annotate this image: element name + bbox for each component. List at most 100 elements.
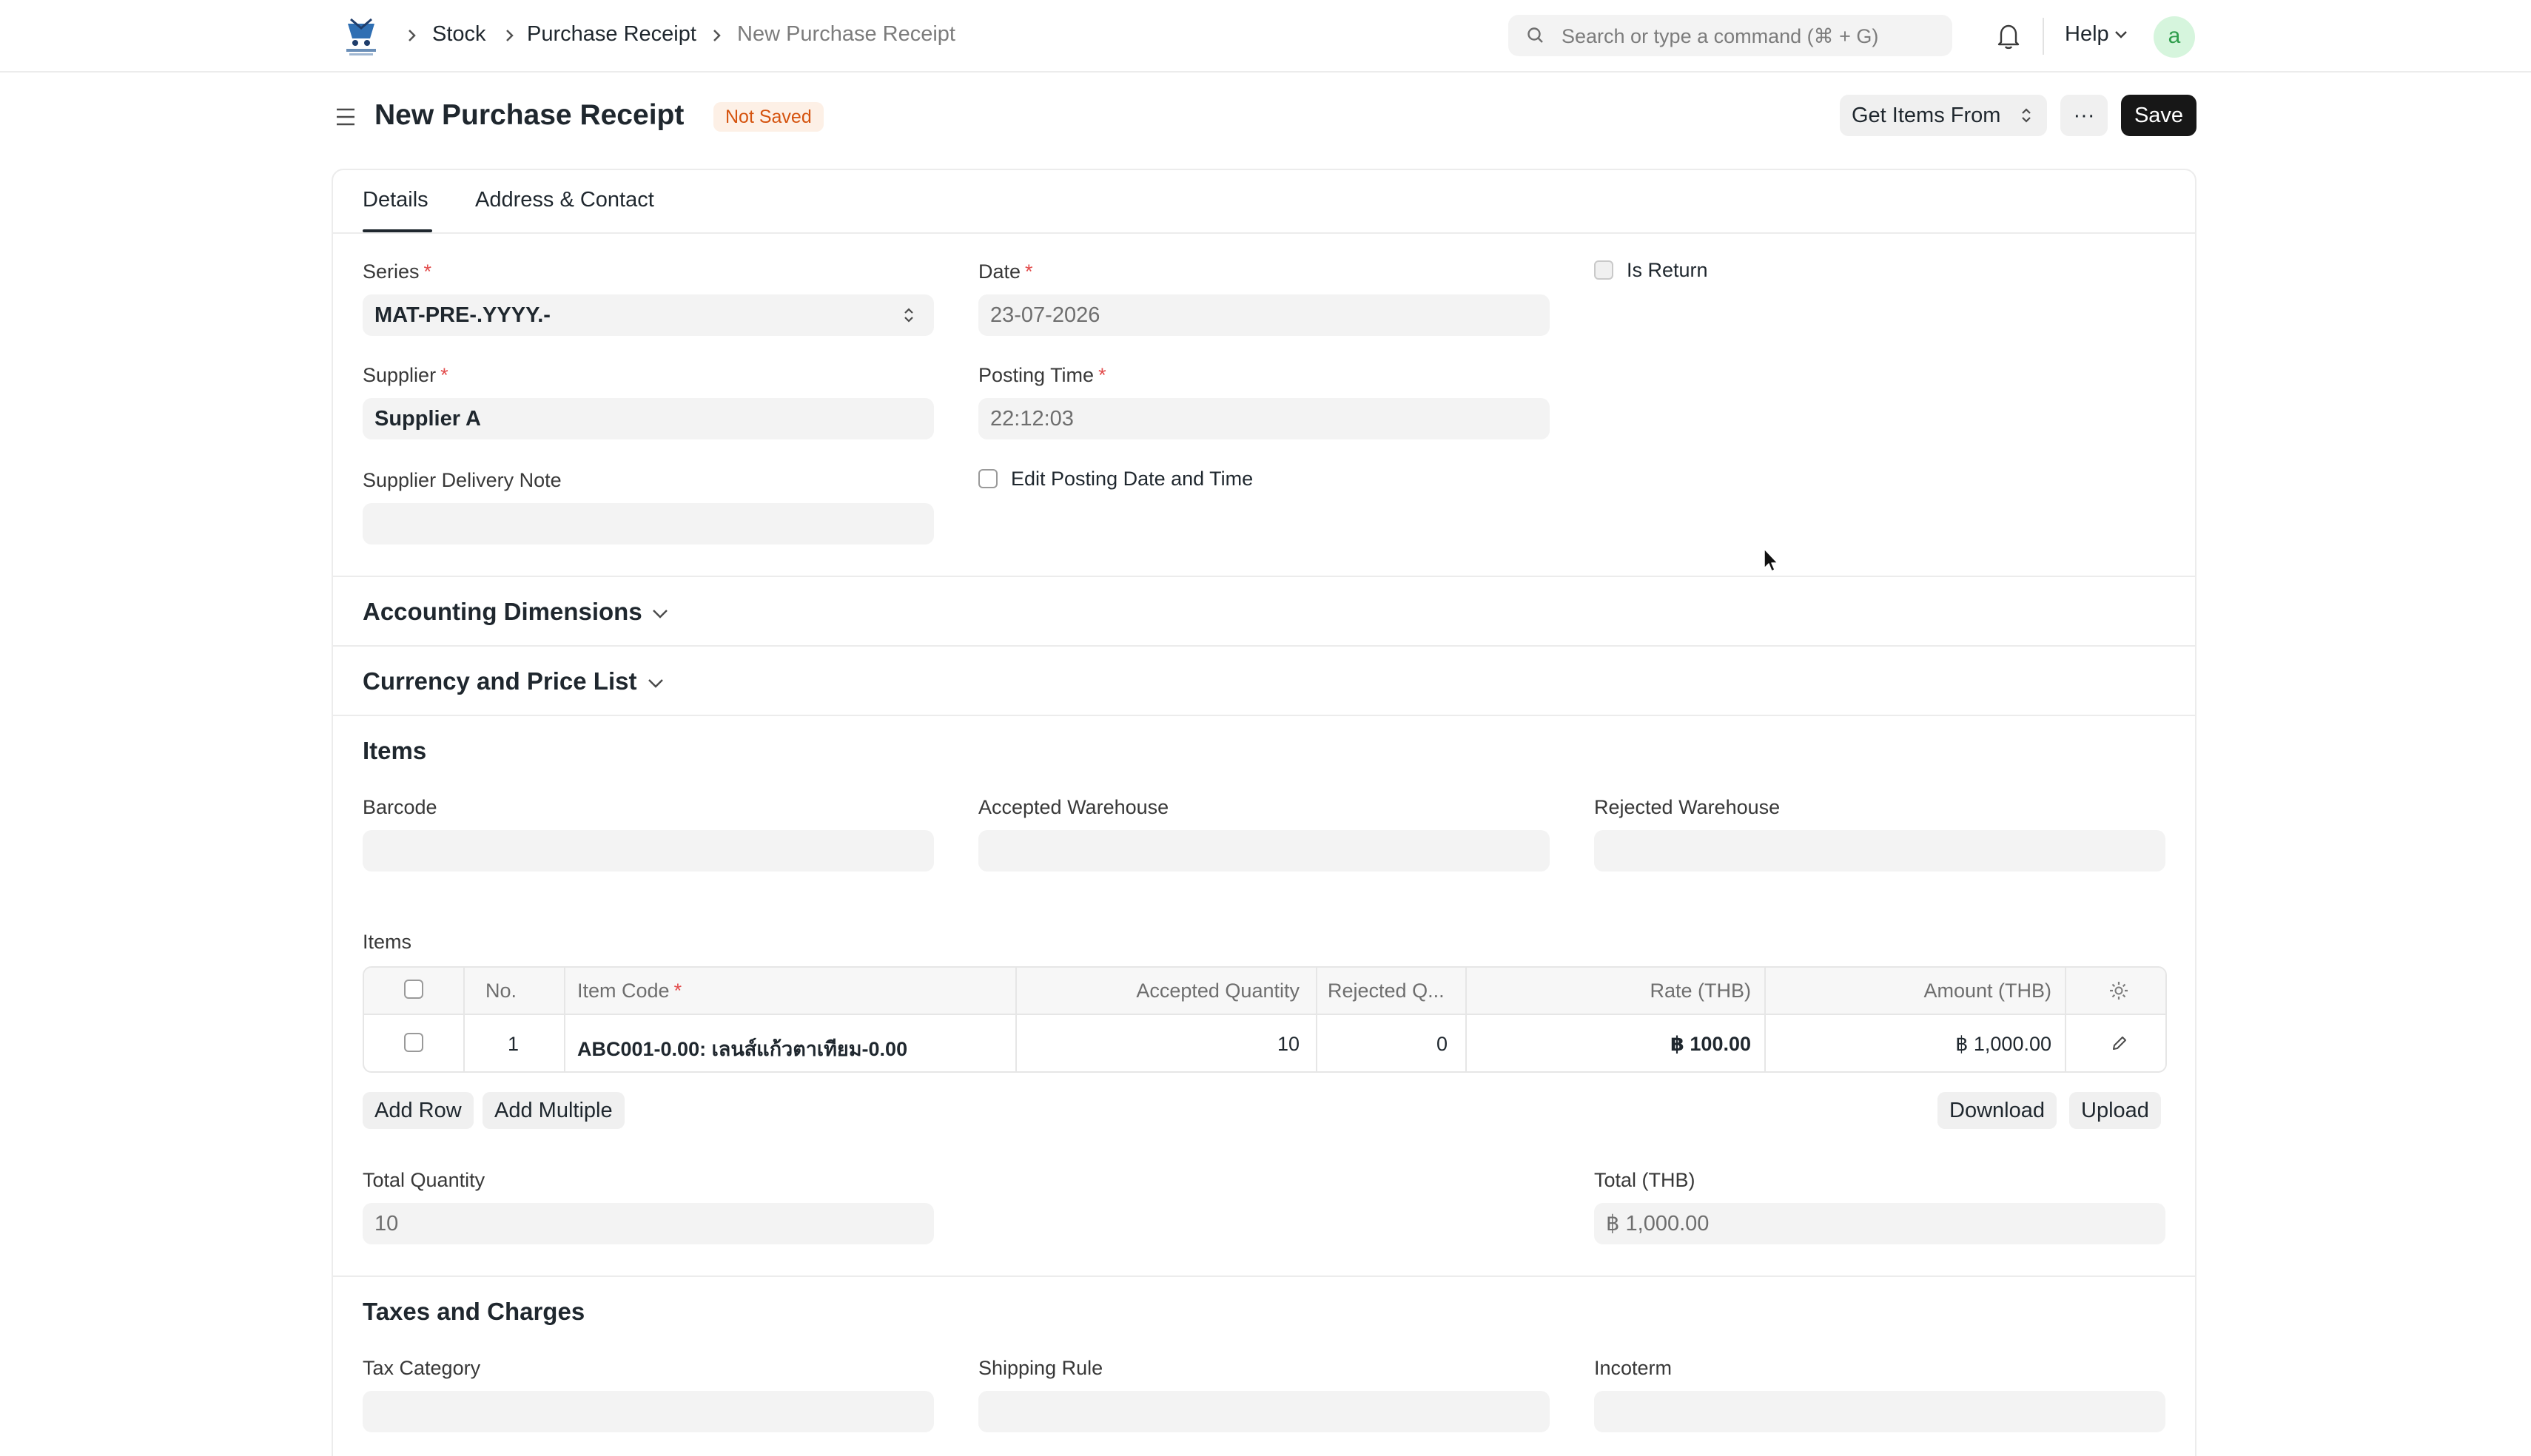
is-return-label: Is Return bbox=[1627, 259, 1708, 281]
supplier-field[interactable]: Supplier A bbox=[363, 398, 934, 439]
total-label: Total (THB) bbox=[1594, 1169, 1695, 1191]
incoterm-label: Incoterm bbox=[1594, 1357, 1673, 1379]
total-quantity-label: Total Quantity bbox=[363, 1169, 485, 1191]
column-divider bbox=[1764, 968, 1766, 1071]
column-divider bbox=[1465, 968, 1467, 1071]
avatar[interactable]: a bbox=[2154, 16, 2195, 58]
chevron-down-icon[interactable] bbox=[651, 608, 669, 620]
breadcrumb-separator-icon bbox=[506, 30, 514, 41]
row-accepted-quantity[interactable]: 10 bbox=[1277, 1033, 1300, 1056]
add-multiple-button[interactable]: Add Multiple bbox=[483, 1092, 625, 1129]
series-select[interactable]: MAT-PRE-.YYYY.- bbox=[363, 294, 934, 336]
items-table-label: Items bbox=[363, 931, 412, 953]
section-divider bbox=[332, 576, 2196, 577]
row-rejected-quantity[interactable]: 0 bbox=[1436, 1033, 1448, 1056]
column-header-item-code: Item Code * bbox=[577, 980, 682, 1002]
row-item-code[interactable]: ABC001-0.00: เลนส์แก้วตาเทียม-0.00 bbox=[577, 1033, 907, 1065]
row-rate[interactable]: ฿ 100.00 bbox=[1670, 1033, 1751, 1056]
barcode-label: Barcode bbox=[363, 796, 437, 818]
barcode-field[interactable] bbox=[363, 830, 934, 872]
column-divider bbox=[463, 968, 465, 1071]
supplier-label: Supplier * bbox=[363, 364, 448, 386]
chevron-down-icon[interactable] bbox=[2114, 30, 2128, 40]
chevron-down-icon[interactable] bbox=[647, 678, 665, 690]
mouse-cursor-icon bbox=[1764, 548, 1778, 572]
column-header-rate: Rate (THB) bbox=[1650, 980, 1751, 1002]
breadcrumb-purchase-receipt[interactable]: Purchase Receipt bbox=[527, 22, 696, 47]
search-icon bbox=[1527, 27, 1543, 43]
total-quantity-field: 10 bbox=[363, 1203, 934, 1244]
breadcrumb-stock[interactable]: Stock bbox=[432, 22, 486, 47]
select-arrows-icon bbox=[2022, 108, 2031, 123]
column-divider bbox=[1015, 968, 1017, 1071]
rejected-warehouse-label: Rejected Warehouse bbox=[1594, 796, 1781, 818]
posting-time-field[interactable]: 22:12:03 bbox=[978, 398, 1550, 439]
upload-button[interactable]: Upload bbox=[2069, 1092, 2161, 1129]
tabs-divider bbox=[332, 232, 2196, 234]
get-items-from-label: Get Items From bbox=[1852, 104, 2001, 127]
select-arrows-icon bbox=[904, 308, 913, 323]
help-menu[interactable]: Help bbox=[2065, 22, 2109, 47]
supplier-delivery-note-field[interactable] bbox=[363, 503, 934, 545]
taxes-charges-section-title: Taxes and Charges bbox=[363, 1298, 585, 1325]
incoterm-field[interactable] bbox=[1594, 1391, 2165, 1432]
section-divider bbox=[332, 1275, 2196, 1277]
shipping-rule-field[interactable] bbox=[978, 1391, 1550, 1432]
form-card bbox=[332, 169, 2196, 1456]
navbar-divider bbox=[2043, 18, 2044, 55]
tab-address-contact[interactable]: Address & Contact bbox=[475, 188, 654, 212]
breadcrumb-separator-icon bbox=[409, 30, 416, 41]
date-field[interactable]: 23-07-2026 bbox=[978, 294, 1550, 336]
add-row-button[interactable]: Add Row bbox=[363, 1092, 474, 1129]
column-divider bbox=[564, 968, 565, 1071]
sidebar-toggle-icon[interactable] bbox=[335, 107, 357, 127]
get-items-from-button[interactable]: Get Items From bbox=[1840, 95, 2047, 136]
section-divider bbox=[332, 645, 2196, 647]
row-number: 1 bbox=[508, 1033, 520, 1055]
app-logo-icon[interactable] bbox=[340, 16, 382, 56]
accounting-dimensions-section[interactable]: Accounting Dimensions bbox=[363, 598, 642, 626]
more-actions-button[interactable]: ··· bbox=[2060, 95, 2108, 136]
rejected-warehouse-field[interactable] bbox=[1594, 830, 2165, 872]
items-table: No. Item Code * Accepted Quantity Rejecte… bbox=[363, 966, 2167, 1073]
column-header-rejected-quantity: Rejected Q... bbox=[1328, 980, 1445, 1002]
notification-bell-icon[interactable] bbox=[1995, 22, 2022, 50]
search-placeholder: Search or type a command (⌘ + G) bbox=[1562, 25, 1879, 47]
total-field: ฿ 1,000.00 bbox=[1594, 1203, 2165, 1244]
series-value: MAT-PRE-.YYYY.- bbox=[374, 303, 551, 327]
column-settings-gear-icon[interactable] bbox=[2108, 980, 2130, 1002]
date-label: Date * bbox=[978, 260, 1033, 283]
row-amount: ฿ 1,000.00 bbox=[1955, 1033, 2051, 1055]
column-divider bbox=[1316, 968, 1317, 1071]
search-input[interactable]: Search or type a command (⌘ + G) bbox=[1508, 15, 1952, 56]
edit-row-pencil-icon[interactable] bbox=[2111, 1034, 2128, 1052]
posting-time-label: Posting Time * bbox=[978, 364, 1106, 386]
select-all-rows-checkbox[interactable] bbox=[404, 980, 423, 999]
tax-category-label: Tax Category bbox=[363, 1357, 481, 1379]
status-badge: Not Saved bbox=[713, 102, 824, 132]
save-button[interactable]: Save bbox=[2121, 95, 2196, 136]
column-header-accepted-quantity: Accepted Quantity bbox=[1136, 980, 1300, 1002]
breadcrumb-new-purchase-receipt[interactable]: New Purchase Receipt bbox=[737, 22, 955, 47]
is-return-checkbox[interactable] bbox=[1594, 260, 1613, 280]
navbar: Stock Purchase Receipt New Purchase Rece… bbox=[0, 0, 2531, 73]
tab-details[interactable]: Details bbox=[363, 188, 428, 212]
row-select-checkbox[interactable] bbox=[404, 1033, 423, 1052]
supplier-delivery-note-label: Supplier Delivery Note bbox=[363, 469, 562, 491]
accepted-warehouse-field[interactable] bbox=[978, 830, 1550, 872]
page-title: New Purchase Receipt bbox=[374, 99, 685, 131]
tax-category-field[interactable] bbox=[363, 1391, 934, 1432]
items-section-title: Items bbox=[363, 737, 427, 764]
download-button[interactable]: Download bbox=[1937, 1092, 2057, 1129]
section-divider bbox=[332, 715, 2196, 716]
breadcrumb-separator-icon bbox=[713, 30, 721, 41]
series-label: Series * bbox=[363, 260, 432, 283]
shipping-rule-label: Shipping Rule bbox=[978, 1357, 1103, 1379]
edit-posting-date-time-checkbox[interactable] bbox=[978, 469, 998, 488]
column-divider bbox=[2065, 968, 2066, 1071]
column-header-amount: Amount (THB) bbox=[1923, 980, 2051, 1002]
edit-posting-date-time-label: Edit Posting Date and Time bbox=[1011, 468, 1254, 490]
accepted-warehouse-label: Accepted Warehouse bbox=[978, 796, 1169, 818]
column-header-no: No. bbox=[485, 980, 517, 1002]
currency-price-list-section[interactable]: Currency and Price List bbox=[363, 667, 636, 695]
